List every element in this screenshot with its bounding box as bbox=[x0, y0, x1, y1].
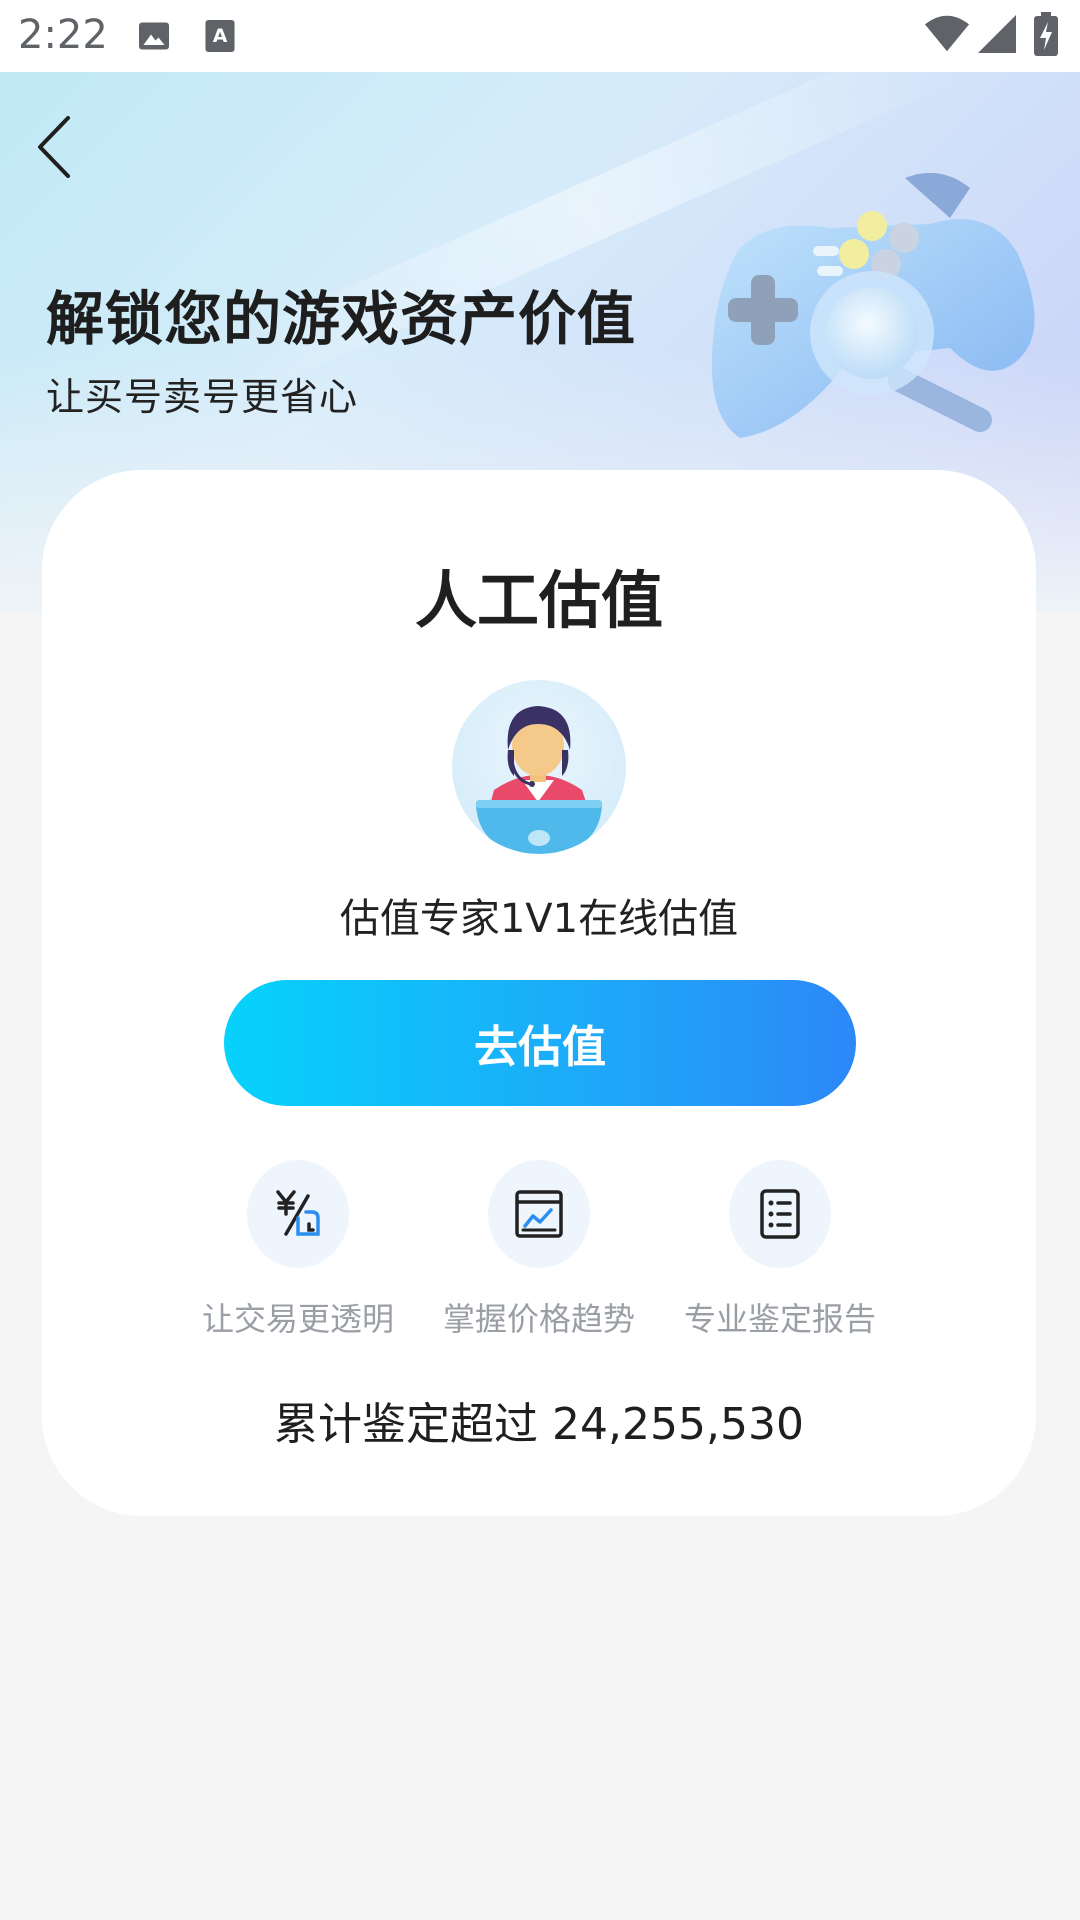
feature-item-report: 专业鉴定报告 bbox=[640, 1160, 920, 1340]
signal-icon bbox=[978, 14, 1016, 58]
chevron-left-icon bbox=[38, 116, 70, 178]
total-number: 24,255,530 bbox=[552, 1399, 804, 1450]
report-document-icon bbox=[729, 1160, 831, 1268]
feature-item-trend: 掌握价格趋势 bbox=[399, 1160, 679, 1340]
price-trend-chart-icon bbox=[488, 1160, 590, 1268]
yen-exchange-icon bbox=[247, 1160, 349, 1268]
agent-avatar bbox=[452, 680, 626, 854]
feature-label: 掌握价格趋势 bbox=[442, 1300, 635, 1338]
text-a-icon: A bbox=[204, 18, 236, 58]
feature-label: 让交易更透明 bbox=[201, 1300, 394, 1338]
total-prefix: 累计鉴定超过 bbox=[274, 1399, 539, 1450]
back-button[interactable] bbox=[22, 102, 86, 192]
feature-item-transparent: 让交易更透明 bbox=[158, 1160, 438, 1340]
feature-list: 让交易更透明 掌握价格趋势 专业鉴定报告 bbox=[42, 1160, 1036, 1340]
total-appraisal-count: 累计鉴定超过 24,255,530 bbox=[42, 1388, 1036, 1452]
valuation-card: 人工估值 估值专家1V1在线估值 去估值 让交易更透明 掌握价格趋势 专业鉴定报… bbox=[42, 470, 1036, 1516]
image-icon bbox=[136, 18, 172, 58]
status-time: 2:22 bbox=[18, 12, 108, 58]
status-bar: 2:22 A bbox=[0, 0, 1080, 72]
hero-title: 解锁您的游戏资产价值 bbox=[46, 285, 637, 353]
gamepad-illustration bbox=[700, 158, 1050, 458]
card-description: 估值专家1V1在线估值 bbox=[339, 896, 739, 942]
card-title: 人工估值 bbox=[414, 564, 663, 637]
feature-label: 专业鉴定报告 bbox=[683, 1300, 876, 1338]
hero-subtitle: 让买号卖号更省心 bbox=[46, 375, 359, 419]
wifi-icon bbox=[924, 14, 970, 58]
go-valuation-button[interactable]: 去估值 bbox=[224, 980, 856, 1106]
svg-text:A: A bbox=[213, 25, 228, 47]
battery-charging-icon bbox=[1034, 12, 1058, 60]
